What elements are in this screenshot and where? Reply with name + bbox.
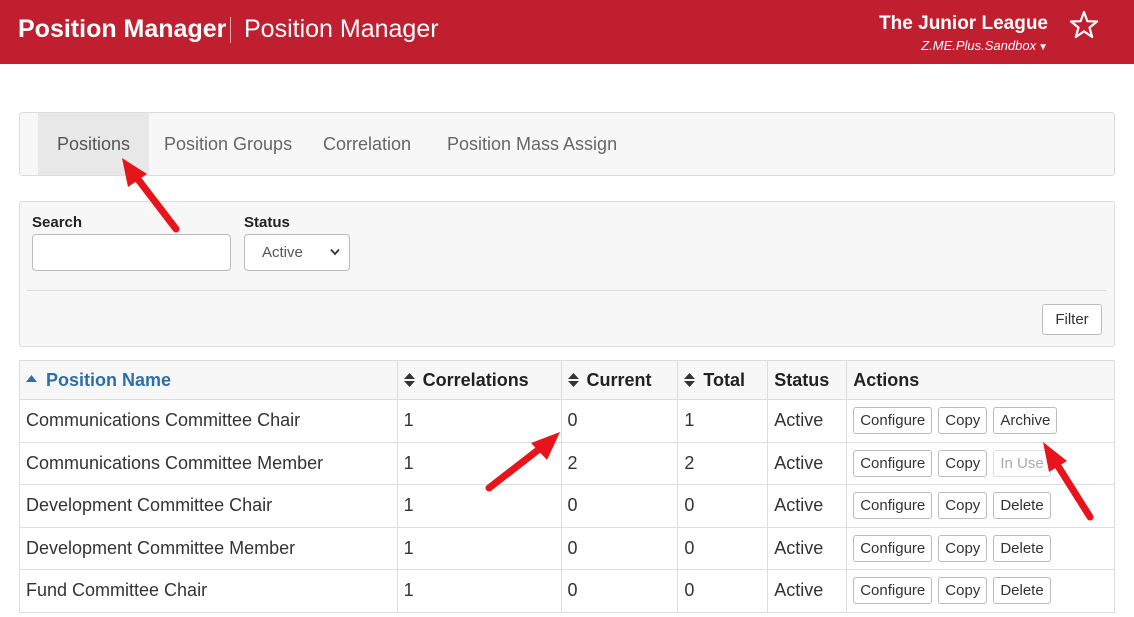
column-header-total[interactable]: Total xyxy=(677,360,769,400)
tab-bar: Positions Position Groups Correlation Po… xyxy=(19,112,1115,176)
column-label: Current xyxy=(586,369,652,390)
caret-down-icon: ▼ xyxy=(1038,42,1048,53)
delete-button[interactable]: Delete xyxy=(993,577,1051,605)
copy-button[interactable]: Copy xyxy=(938,577,988,605)
app-title[interactable]: Position Manager xyxy=(18,15,226,44)
configure-button[interactable]: Configure xyxy=(853,534,933,562)
position-name: Fund Committee Chair xyxy=(19,569,398,613)
sort-icon xyxy=(403,372,415,387)
total-link[interactable]: 2 xyxy=(677,441,769,485)
tab-position-groups[interactable]: Position Groups xyxy=(145,113,311,175)
search-label: Search xyxy=(32,214,83,231)
table-row: Communications Committee Member 1 2 2 Ac… xyxy=(19,441,1115,485)
configure-button[interactable]: Configure xyxy=(853,492,933,520)
correlations-link[interactable]: 1 xyxy=(396,484,562,528)
correlations-link[interactable]: 1 xyxy=(396,399,562,443)
status-value: Active xyxy=(767,441,848,485)
star-icon[interactable] xyxy=(1069,10,1099,40)
copy-button[interactable]: Copy xyxy=(938,449,988,477)
current-link[interactable]: 0 xyxy=(560,526,679,570)
row-actions: Configure Copy Archive xyxy=(846,399,1115,443)
copy-button[interactable]: Copy xyxy=(938,492,988,520)
sort-ascending-icon xyxy=(26,374,37,382)
table-header-row: Position Name Correlations Current Total… xyxy=(19,360,1115,400)
column-header-position-name[interactable]: Position Name xyxy=(19,360,398,400)
position-name: Communications Committee Member xyxy=(19,441,398,485)
column-header-correlations[interactable]: Correlations xyxy=(396,360,562,400)
row-actions: Configure Copy In Use xyxy=(846,441,1115,485)
total-link[interactable]: 0 xyxy=(677,484,769,528)
status-value: Active xyxy=(767,526,848,570)
archive-button[interactable]: Archive xyxy=(993,407,1058,435)
correlations-link[interactable]: 1 xyxy=(396,569,562,613)
current-link[interactable]: 2 xyxy=(560,441,679,485)
delete-button[interactable]: Delete xyxy=(993,492,1051,520)
table-row: Fund Committee Chair 1 0 0 Active Config… xyxy=(19,569,1115,613)
configure-button[interactable]: Configure xyxy=(853,577,933,605)
status-select-value: Active xyxy=(262,244,303,261)
page-title: Position Manager xyxy=(244,15,439,43)
org-name[interactable]: The Junior League xyxy=(879,13,1048,35)
current-link[interactable]: 0 xyxy=(560,484,679,528)
column-header-current[interactable]: Current xyxy=(560,360,679,400)
org-account-label: Z.ME.Plus.Sandbox xyxy=(921,38,1037,53)
header-divider xyxy=(230,17,231,43)
column-header-actions: Actions xyxy=(846,360,1115,400)
total-link[interactable]: 0 xyxy=(677,569,769,613)
copy-button[interactable]: Copy xyxy=(938,534,988,562)
total-link[interactable]: 1 xyxy=(677,399,769,443)
status-label: Status xyxy=(244,214,290,231)
tab-correlation[interactable]: Correlation xyxy=(304,113,430,175)
in-use-button: In Use xyxy=(993,449,1051,477)
chevron-down-icon xyxy=(330,248,340,256)
filter-divider xyxy=(27,290,1107,291)
tab-positions[interactable]: Positions xyxy=(38,113,150,175)
positions-table: Position Name Correlations Current Total… xyxy=(19,360,1115,613)
sort-icon xyxy=(567,372,579,387)
table-row: Communications Committee Chair 1 0 1 Act… xyxy=(19,399,1115,443)
column-label: Total xyxy=(703,369,746,390)
table-row: Development Committee Member 1 0 0 Activ… xyxy=(19,526,1115,570)
configure-button[interactable]: Configure xyxy=(853,449,933,477)
correlations-link[interactable]: 1 xyxy=(396,441,562,485)
position-name: Development Committee Member xyxy=(19,526,398,570)
row-actions: Configure Copy Delete xyxy=(846,526,1115,570)
filter-button[interactable]: Filter xyxy=(1042,304,1102,335)
status-value: Active xyxy=(767,569,848,613)
filter-panel: Search Status Active Filter xyxy=(19,201,1115,347)
sort-icon xyxy=(684,372,696,387)
total-link[interactable]: 0 xyxy=(677,526,769,570)
current-link[interactable]: 0 xyxy=(560,399,679,443)
position-name: Communications Committee Chair xyxy=(19,399,398,443)
column-label: Position Name xyxy=(46,369,172,390)
row-actions: Configure Copy Delete xyxy=(846,484,1115,528)
position-name: Development Committee Chair xyxy=(19,484,398,528)
current-link[interactable]: 0 xyxy=(560,569,679,613)
correlations-link[interactable]: 1 xyxy=(396,526,562,570)
copy-button[interactable]: Copy xyxy=(938,407,988,435)
table-row: Development Committee Chair 1 0 0 Active… xyxy=(19,484,1115,528)
configure-button[interactable]: Configure xyxy=(853,407,933,435)
delete-button[interactable]: Delete xyxy=(993,534,1051,562)
row-actions: Configure Copy Delete xyxy=(846,569,1115,613)
status-value: Active xyxy=(767,399,848,443)
status-value: Active xyxy=(767,484,848,528)
column-header-status: Status xyxy=(767,360,848,400)
tab-position-mass-assign[interactable]: Position Mass Assign xyxy=(428,113,636,175)
search-input[interactable] xyxy=(32,234,231,271)
status-select[interactable]: Active xyxy=(244,234,350,271)
app-header: Position Manager Position Manager The Ju… xyxy=(0,0,1134,64)
org-account-dropdown[interactable]: Z.ME.Plus.Sandbox ▼ xyxy=(921,38,1048,53)
column-label: Correlations xyxy=(422,369,529,390)
